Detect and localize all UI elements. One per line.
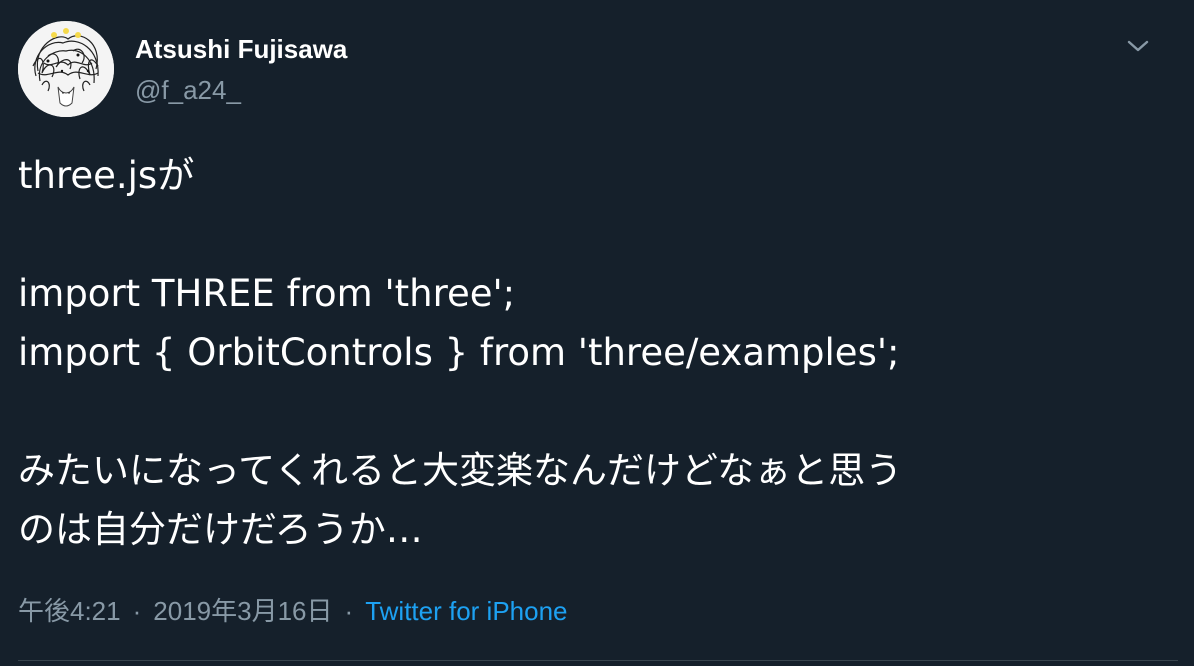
tweet-date[interactable]: 2019年3月16日 bbox=[153, 596, 332, 626]
tweet-text-line: みたいになってくれると大変楽なんだけどなぁと思う bbox=[18, 449, 903, 492]
tweet-source-link[interactable]: Twitter for iPhone bbox=[365, 596, 567, 626]
tweet-text-line: のは自分だけだろうか… bbox=[18, 508, 423, 551]
divider bbox=[18, 660, 1178, 661]
tweet-text: three.jsが import THREE from 'three'; imp… bbox=[18, 146, 1178, 559]
tweet-card: Atsushi Fujisawa @f_a24_ three.jsが impor… bbox=[0, 0, 1194, 666]
tweet-text-line: three.jsが bbox=[18, 154, 195, 197]
tweet-text-line: import THREE from 'three'; bbox=[18, 272, 516, 315]
chevron-down-icon bbox=[1127, 40, 1149, 52]
avatar-illustration-icon bbox=[18, 21, 114, 117]
author-handle[interactable]: @f_a24_ bbox=[135, 74, 241, 106]
tweet-text-line bbox=[18, 382, 1178, 441]
meta-separator: · bbox=[132, 596, 142, 626]
author-name[interactable]: Atsushi Fujisawa bbox=[135, 33, 347, 65]
tweet-menu-button[interactable] bbox=[1122, 32, 1154, 60]
avatar[interactable] bbox=[18, 21, 114, 117]
tweet-meta: 午後4:21 · 2019年3月16日 · Twitter for iPhone bbox=[18, 593, 568, 629]
meta-separator: · bbox=[344, 596, 354, 626]
tweet-text-line bbox=[18, 205, 1178, 264]
tweet-time[interactable]: 午後4:21 bbox=[18, 596, 121, 626]
tweet-text-line: import { OrbitControls } from 'three/exa… bbox=[18, 331, 900, 374]
